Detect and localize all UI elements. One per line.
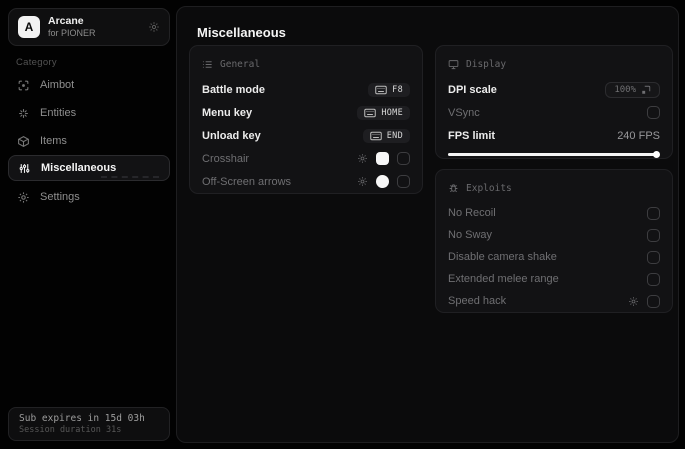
setting-row-dpi-scale: DPI scale 100% [448, 78, 660, 101]
keybind-value: END [386, 130, 403, 141]
setting-row-menu-key: Menu key HOME [202, 101, 410, 124]
speed-hack-checkbox[interactable] [647, 294, 660, 308]
setting-row-offscreen-arrows: Off-Screen arrows [202, 170, 410, 193]
gear-icon[interactable] [357, 153, 368, 164]
scale-icon [641, 85, 651, 95]
sub-expires-text: Sub expires in 15d 03h [19, 413, 145, 424]
bug-icon [448, 183, 459, 194]
panel-title: General [220, 58, 261, 70]
sidebar-item-label: Miscellaneous [41, 162, 117, 174]
list-icon [202, 59, 213, 70]
setting-label: Off-Screen arrows [202, 175, 292, 188]
main-panel: Miscellaneous General Battle mode F8 Men… [176, 6, 679, 443]
keybind-value: F8 [392, 84, 403, 95]
display-panel-header: Display [448, 55, 660, 73]
panel-title: Exploits [466, 182, 512, 194]
session-duration-text: Session duration 31s [19, 425, 122, 435]
crosshair-scan-icon [17, 79, 30, 92]
setting-label: DPI scale [448, 83, 497, 96]
vsync-checkbox[interactable] [647, 106, 660, 119]
page-title: Miscellaneous [197, 25, 286, 40]
keybind-button-battle-mode[interactable]: F8 [368, 82, 410, 97]
keybind-button-unload-key[interactable]: END [362, 128, 410, 143]
setting-label: Speed hack [448, 295, 507, 307]
setting-label: Battle mode [202, 83, 265, 96]
extended-melee-range-checkbox[interactable] [647, 272, 660, 286]
setting-label: VSync [448, 106, 480, 119]
sidebar-nav: Aimbot Entities Items Miscellaneous Sett… [0, 71, 176, 211]
dashed-decoration [101, 176, 159, 178]
color-swatch[interactable] [376, 152, 389, 165]
sidebar-item-label: Aimbot [40, 79, 75, 91]
keyboard-icon [364, 108, 377, 118]
exploits-panel: Exploits No Recoil No Sway Disable camer… [435, 169, 673, 313]
panel-title: Display [466, 58, 507, 70]
cube-icon [17, 135, 30, 148]
setting-row-crosshair: Crosshair [202, 147, 410, 170]
gear-icon[interactable] [357, 176, 368, 187]
fps-slider-fill [448, 153, 656, 156]
crosshair-checkbox[interactable] [397, 152, 410, 165]
brand-logo: A [18, 16, 40, 38]
brand-text: Arcane for PIONER [48, 15, 140, 39]
no-recoil-checkbox[interactable] [647, 206, 660, 220]
setting-row-no-sway: No Sway [448, 224, 660, 246]
display-panel: Display DPI scale 100% VSync FPS limit 2… [435, 45, 673, 159]
sliders-icon [18, 162, 31, 175]
disable-camera-shake-checkbox[interactable] [647, 250, 660, 264]
brand-name: Arcane [48, 14, 84, 27]
entities-icon [17, 107, 30, 120]
exploits-panel-header: Exploits [448, 179, 660, 197]
sidebar-item-label: Items [40, 135, 67, 147]
keybind-value: HOME [381, 107, 403, 118]
keybind-button-menu-key[interactable]: HOME [357, 105, 410, 120]
slider-thumb[interactable] [652, 151, 660, 158]
monitor-icon [448, 59, 459, 70]
sidebar-item-aimbot[interactable]: Aimbot [0, 71, 176, 99]
sidebar-item-miscellaneous[interactable]: Miscellaneous [8, 155, 170, 181]
setting-row-battle-mode: Battle mode F8 [202, 78, 410, 101]
sidebar-item-label: Entities [40, 107, 77, 119]
keyboard-icon [375, 85, 387, 95]
color-swatch[interactable] [376, 175, 389, 188]
setting-label: FPS limit [448, 129, 496, 142]
sidebar-item-items[interactable]: Items [0, 127, 176, 155]
keyboard-icon [369, 131, 382, 141]
gear-icon[interactable] [148, 21, 160, 33]
setting-label: Crosshair [202, 152, 250, 165]
sidebar-item-entities[interactable]: Entities [0, 99, 176, 127]
sidebar-item-label: Settings [40, 191, 80, 203]
sidebar: A Arcane for PIONER Category Aimbot Enti… [0, 0, 176, 449]
setting-row-no-recoil: No Recoil [448, 202, 660, 224]
subscription-card: Sub expires in 15d 03h Session duration … [8, 407, 170, 441]
dpi-scale-value: 100% [614, 84, 636, 95]
dpi-scale-select[interactable]: 100% [605, 81, 660, 98]
setting-row-vsync: VSync [448, 101, 660, 124]
setting-label: No Sway [448, 229, 493, 241]
setting-label: Disable camera shake [448, 251, 557, 263]
setting-row-extended-melee-range: Extended melee range [448, 268, 660, 290]
fps-limit-slider[interactable] [448, 151, 660, 158]
fps-limit-value: 240 FPS [617, 129, 660, 142]
no-sway-checkbox[interactable] [647, 228, 660, 242]
setting-row-fps-limit: FPS limit 240 FPS [448, 124, 660, 147]
category-label: Category [16, 57, 57, 68]
setting-label: No Recoil [448, 207, 496, 219]
setting-label: Menu key [202, 106, 253, 119]
gear-icon[interactable] [628, 296, 639, 307]
brand-card: A Arcane for PIONER [8, 8, 170, 46]
offscreen-arrows-checkbox[interactable] [397, 175, 410, 188]
setting-label: Unload key [202, 129, 261, 142]
setting-row-unload-key: Unload key END [202, 124, 410, 147]
setting-label: Extended melee range [448, 273, 559, 285]
brand-subtitle: for PIONER [48, 27, 96, 38]
general-panel: General Battle mode F8 Menu key HOME Unl… [189, 45, 423, 194]
sidebar-item-settings[interactable]: Settings [0, 183, 176, 211]
general-panel-header: General [202, 55, 410, 73]
setting-row-speed-hack: Speed hack [448, 290, 660, 312]
gear-icon [17, 191, 30, 204]
setting-row-disable-camera-shake: Disable camera shake [448, 246, 660, 268]
